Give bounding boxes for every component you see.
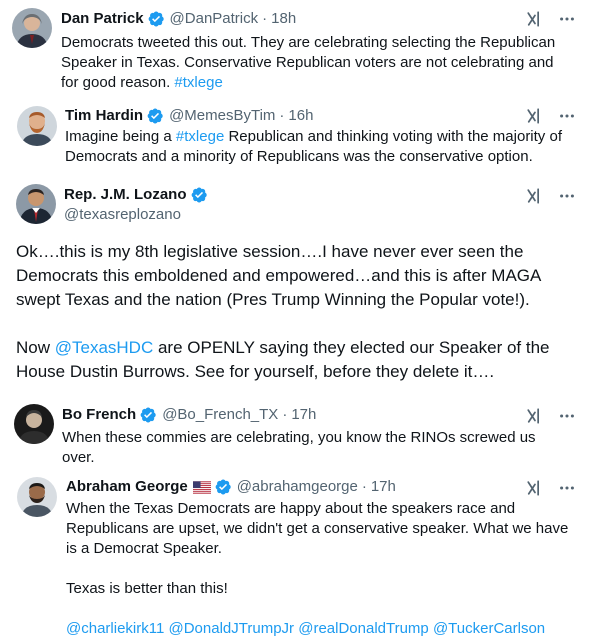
timestamp[interactable]: 17h xyxy=(291,405,316,425)
author-name[interactable]: Abraham George xyxy=(66,477,188,497)
mention-link[interactable]: @TexasHDC xyxy=(55,338,154,357)
tweet-text: When these commies are celebrating, you … xyxy=(62,429,536,466)
more-icon[interactable] xyxy=(558,10,576,28)
mention-link[interactable]: @charliekirk11 xyxy=(66,620,164,637)
verified-badge-icon xyxy=(190,186,208,204)
avatar[interactable] xyxy=(12,8,52,48)
verified-badge-icon xyxy=(146,107,164,125)
tweet-tim-hardin[interactable]: Tim Hardin @MemesByTim · 16h Imagine bei… xyxy=(0,96,591,174)
tweet-text: Democrats tweeted this out. They are cel… xyxy=(61,34,556,91)
author-name[interactable]: Rep. J.M. Lozano xyxy=(64,185,187,205)
author-handle[interactable]: @Bo_French_TX xyxy=(162,405,278,425)
more-icon[interactable] xyxy=(558,479,576,497)
author-name[interactable]: Dan Patrick xyxy=(61,9,144,29)
more-icon[interactable] xyxy=(558,187,576,205)
tweet-dan-patrick[interactable]: Dan Patrick @DanPatrick · 18h Democrats … xyxy=(0,0,591,96)
author-handle[interactable]: @abrahamgeorge xyxy=(237,477,358,497)
timestamp[interactable]: 18h xyxy=(271,9,296,29)
grok-icon[interactable] xyxy=(526,107,544,125)
tweet-text: Imagine being a #txlege Republican and t… xyxy=(65,128,562,165)
verified-badge-icon xyxy=(214,478,232,496)
timestamp[interactable]: 17h xyxy=(371,477,396,497)
tweet-text: Ok….this is my 8th legislative session….… xyxy=(16,242,550,381)
avatar[interactable] xyxy=(16,184,56,224)
tweet-bo-french[interactable]: Bo French @Bo_French_TX · 17h When these… xyxy=(0,392,591,472)
verified-badge-icon xyxy=(139,406,157,424)
mention-link[interactable]: @DonaldJTrumpJr xyxy=(169,620,295,637)
author-handle[interactable]: @DanPatrick xyxy=(170,9,259,29)
separator: · xyxy=(279,107,285,124)
hashtag-link[interactable]: #txlege xyxy=(176,128,224,145)
separator: · xyxy=(361,478,367,495)
mention-link[interactable]: @realDonaldTrump xyxy=(298,620,429,637)
tweet-abraham-george[interactable]: Abraham George @abrahamgeorge · 17h When… xyxy=(0,472,591,644)
avatar[interactable] xyxy=(17,106,57,146)
author-handle[interactable]: @MemesByTim xyxy=(169,106,275,126)
separator: · xyxy=(262,10,268,27)
author-name[interactable]: Bo French xyxy=(62,405,136,425)
us-flag-icon xyxy=(192,480,211,494)
verified-badge-icon xyxy=(147,10,165,28)
timestamp[interactable]: 16h xyxy=(288,106,313,126)
grok-icon[interactable] xyxy=(526,479,544,497)
author-handle[interactable]: @texasreplozano xyxy=(64,206,181,223)
grok-icon[interactable] xyxy=(526,187,544,205)
more-icon[interactable] xyxy=(558,107,576,125)
grok-icon[interactable] xyxy=(526,407,544,425)
grok-icon[interactable] xyxy=(526,10,544,28)
mention-link[interactable]: @TuckerCarlson xyxy=(433,620,545,637)
avatar[interactable] xyxy=(17,477,57,517)
tweet-jm-lozano[interactable]: Rep. J.M. Lozano @texasreplozano Ok….thi… xyxy=(0,174,591,392)
avatar[interactable] xyxy=(14,404,54,444)
tweet-text: When the Texas Democrats are happy about… xyxy=(66,500,569,637)
author-name[interactable]: Tim Hardin xyxy=(65,106,143,126)
more-icon[interactable] xyxy=(558,407,576,425)
hashtag-link[interactable]: #txlege xyxy=(174,74,222,91)
separator: · xyxy=(282,406,288,423)
